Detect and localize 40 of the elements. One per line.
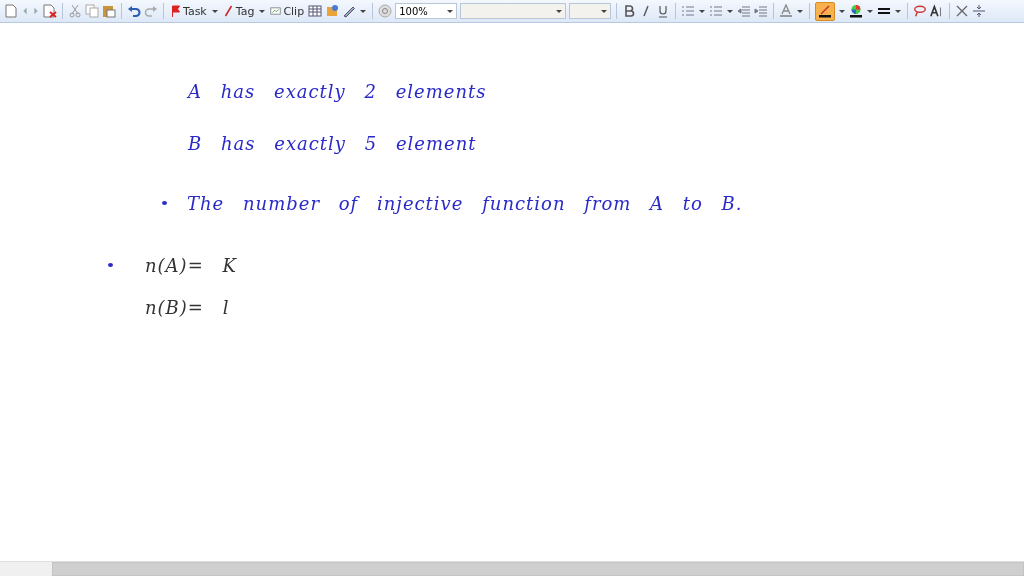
caret-icon[interactable] [866,7,875,15]
outdent-icon[interactable] [737,4,752,18]
insert-space-icon[interactable] [972,4,987,18]
handwritten-text: A has exactly 2 elements [188,80,487,102]
caret-icon[interactable] [446,7,455,15]
table-icon[interactable] [308,4,323,18]
tag-button[interactable]: Tag [221,2,256,20]
caret-icon[interactable] [210,7,219,15]
caret-icon[interactable] [894,7,903,15]
caret-icon[interactable] [258,7,267,15]
handwritten-text: n(A)= K [145,254,237,276]
clip-button[interactable]: Clip [269,2,306,20]
caret-icon[interactable] [600,7,609,15]
handwritten-text: B has exactly 5 element [188,132,477,154]
slash-icon [222,5,234,17]
indent-icon[interactable] [754,4,769,18]
color-wheel-icon[interactable] [849,4,864,18]
caret-icon[interactable] [838,7,847,15]
pen-icon[interactable] [342,4,357,18]
lasso-icon[interactable] [913,4,928,18]
flag-icon [170,5,181,17]
handwritten-text: The number of injective function from A to B. [187,192,743,214]
caret-icon[interactable] [796,7,805,15]
paste-icon[interactable] [102,4,116,18]
caret-icon[interactable] [698,7,707,15]
pen-tool-button[interactable] [815,1,836,21]
zoom-value: 100% [399,5,428,17]
zoom-field[interactable]: 100% [395,3,458,19]
task-button[interactable]: Task [169,2,208,20]
caret-icon[interactable] [555,7,564,15]
undo-icon[interactable] [127,4,141,18]
font-color-icon[interactable] [779,4,794,18]
caret-icon[interactable] [726,7,735,15]
picture-icon [270,5,282,17]
new-page-icon[interactable] [4,4,18,18]
bold-icon[interactable] [622,4,637,18]
delete-page-icon[interactable] [43,4,57,18]
handwritten-text: n(B)= l [145,296,230,318]
close-icon[interactable] [955,4,970,18]
caret-icon[interactable] [359,7,368,15]
